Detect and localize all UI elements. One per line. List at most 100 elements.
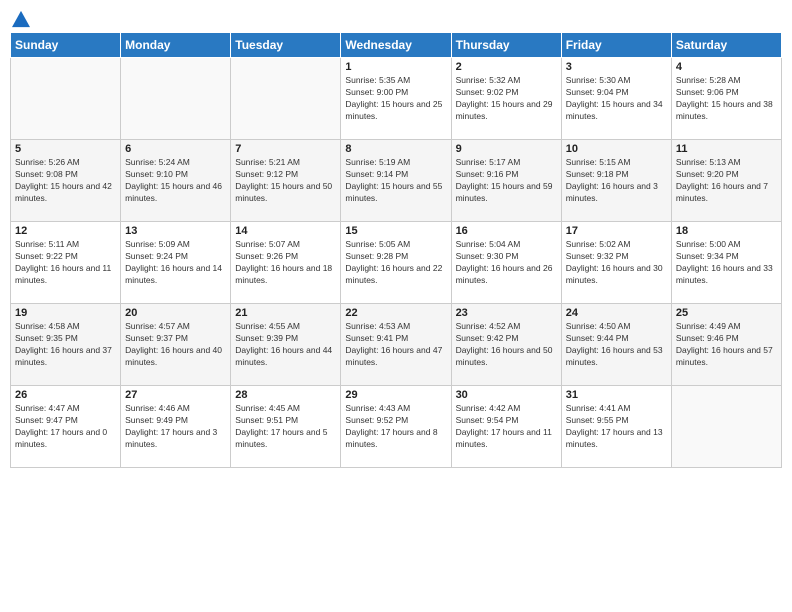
day-number: 19 [15,307,116,319]
calendar-header: SundayMondayTuesdayWednesdayThursdayFrid… [11,33,782,58]
day-header-friday: Friday [561,33,671,58]
day-info: Sunrise: 4:42 AM Sunset: 9:54 PM Dayligh… [456,403,557,451]
calendar-cell: 25 Sunrise: 4:49 AM Sunset: 9:46 PM Dayli… [671,304,781,386]
day-number: 28 [235,389,336,401]
day-number: 27 [125,389,226,401]
calendar-table: SundayMondayTuesdayWednesdayThursdayFrid… [10,32,782,468]
day-info: Sunrise: 4:53 AM Sunset: 9:41 PM Dayligh… [345,321,446,369]
day-number: 23 [456,307,557,319]
day-number: 12 [15,225,116,237]
day-header-thursday: Thursday [451,33,561,58]
calendar-cell [671,386,781,468]
calendar-week-5: 26 Sunrise: 4:47 AM Sunset: 9:47 PM Dayli… [11,386,782,468]
day-number: 8 [345,143,446,155]
day-number: 31 [566,389,667,401]
calendar-cell: 19 Sunrise: 4:58 AM Sunset: 9:35 PM Dayli… [11,304,121,386]
calendar-week-4: 19 Sunrise: 4:58 AM Sunset: 9:35 PM Dayli… [11,304,782,386]
calendar-cell: 14 Sunrise: 5:07 AM Sunset: 9:26 PM Dayli… [231,222,341,304]
day-info: Sunrise: 4:47 AM Sunset: 9:47 PM Dayligh… [15,403,116,451]
day-info: Sunrise: 4:55 AM Sunset: 9:39 PM Dayligh… [235,321,336,369]
calendar-cell: 8 Sunrise: 5:19 AM Sunset: 9:14 PM Daylig… [341,140,451,222]
day-number: 29 [345,389,446,401]
calendar-cell: 1 Sunrise: 5:35 AM Sunset: 9:00 PM Daylig… [341,58,451,140]
day-number: 14 [235,225,336,237]
day-info: Sunrise: 5:17 AM Sunset: 9:16 PM Dayligh… [456,157,557,205]
day-number: 7 [235,143,336,155]
calendar-cell: 11Sunrise: 5:13 AM Sunset: 9:20 PM Dayli… [671,140,781,222]
day-info: Sunrise: 5:00 AM Sunset: 9:34 PM Dayligh… [676,239,777,287]
day-number: 4 [676,61,777,73]
calendar-cell: 30 Sunrise: 4:42 AM Sunset: 9:54 PM Dayli… [451,386,561,468]
calendar-cell: 29 Sunrise: 4:43 AM Sunset: 9:52 PM Dayli… [341,386,451,468]
day-info: Sunrise: 5:05 AM Sunset: 9:28 PM Dayligh… [345,239,446,287]
calendar-cell: 12 Sunrise: 5:11 AM Sunset: 9:22 PM Dayli… [11,222,121,304]
calendar-cell [11,58,121,140]
day-number: 20 [125,307,226,319]
calendar-cell: 2 Sunrise: 5:32 AM Sunset: 9:02 PM Daylig… [451,58,561,140]
page-header [10,10,782,24]
day-header-tuesday: Tuesday [231,33,341,58]
day-info: Sunrise: 5:32 AM Sunset: 9:02 PM Dayligh… [456,75,557,123]
day-info: Sunrise: 4:41 AM Sunset: 9:55 PM Dayligh… [566,403,667,451]
calendar-cell: 17Sunrise: 5:02 AM Sunset: 9:32 PM Dayli… [561,222,671,304]
day-number: 21 [235,307,336,319]
day-number: 2 [456,61,557,73]
logo [10,10,30,24]
day-number: 13 [125,225,226,237]
calendar-cell: 26 Sunrise: 4:47 AM Sunset: 9:47 PM Dayli… [11,386,121,468]
day-number: 15 [345,225,446,237]
calendar-cell: 28 Sunrise: 4:45 AM Sunset: 9:51 PM Dayli… [231,386,341,468]
calendar-cell: 13 Sunrise: 5:09 AM Sunset: 9:24 PM Dayli… [121,222,231,304]
day-number: 26 [15,389,116,401]
day-info: Sunrise: 5:13 AM Sunset: 9:20 PM Dayligh… [676,157,777,205]
day-info: Sunrise: 5:30 AM Sunset: 9:04 PM Dayligh… [566,75,667,123]
day-info: Sunrise: 5:21 AM Sunset: 9:12 PM Dayligh… [235,157,336,205]
day-info: Sunrise: 5:24 AM Sunset: 9:10 PM Dayligh… [125,157,226,205]
day-number: 16 [456,225,557,237]
day-number: 3 [566,61,667,73]
day-number: 22 [345,307,446,319]
day-info: Sunrise: 5:15 AM Sunset: 9:18 PM Dayligh… [566,157,667,205]
calendar-cell: 24 Sunrise: 4:50 AM Sunset: 9:44 PM Dayli… [561,304,671,386]
day-info: Sunrise: 5:26 AM Sunset: 9:08 PM Dayligh… [15,157,116,205]
calendar-cell: 20Sunrise: 4:57 AM Sunset: 9:37 PM Dayli… [121,304,231,386]
day-number: 1 [345,61,446,73]
calendar-cell: 15 Sunrise: 5:05 AM Sunset: 9:28 PM Dayli… [341,222,451,304]
calendar-cell: 23Sunrise: 4:52 AM Sunset: 9:42 PM Dayli… [451,304,561,386]
calendar-cell: 3 Sunrise: 5:30 AM Sunset: 9:04 PM Daylig… [561,58,671,140]
day-info: Sunrise: 4:43 AM Sunset: 9:52 PM Dayligh… [345,403,446,451]
day-info: Sunrise: 4:49 AM Sunset: 9:46 PM Dayligh… [676,321,777,369]
day-number: 5 [15,143,116,155]
day-number: 30 [456,389,557,401]
day-info: Sunrise: 5:35 AM Sunset: 9:00 PM Dayligh… [345,75,446,123]
calendar-cell: 10 Sunrise: 5:15 AM Sunset: 9:18 PM Dayli… [561,140,671,222]
calendar-cell: 18Sunrise: 5:00 AM Sunset: 9:34 PM Dayli… [671,222,781,304]
logo-icon [12,10,30,28]
day-number: 10 [566,143,667,155]
calendar-cell: 4 Sunrise: 5:28 AM Sunset: 9:06 PM Daylig… [671,58,781,140]
day-header-monday: Monday [121,33,231,58]
day-header-saturday: Saturday [671,33,781,58]
day-info: Sunrise: 5:07 AM Sunset: 9:26 PM Dayligh… [235,239,336,287]
day-info: Sunrise: 5:11 AM Sunset: 9:22 PM Dayligh… [15,239,116,287]
day-number: 17 [566,225,667,237]
calendar-week-1: 1 Sunrise: 5:35 AM Sunset: 9:00 PM Daylig… [11,58,782,140]
day-info: Sunrise: 4:58 AM Sunset: 9:35 PM Dayligh… [15,321,116,369]
calendar-cell [231,58,341,140]
day-info: Sunrise: 5:09 AM Sunset: 9:24 PM Dayligh… [125,239,226,287]
day-info: Sunrise: 5:19 AM Sunset: 9:14 PM Dayligh… [345,157,446,205]
calendar-cell: 7 Sunrise: 5:21 AM Sunset: 9:12 PM Daylig… [231,140,341,222]
calendar-cell [121,58,231,140]
calendar-cell: 22 Sunrise: 4:53 AM Sunset: 9:41 PM Dayli… [341,304,451,386]
calendar-cell: 27Sunrise: 4:46 AM Sunset: 9:49 PM Dayli… [121,386,231,468]
day-number: 24 [566,307,667,319]
day-info: Sunrise: 5:04 AM Sunset: 9:30 PM Dayligh… [456,239,557,287]
calendar-cell: 31 Sunrise: 4:41 AM Sunset: 9:55 PM Dayli… [561,386,671,468]
calendar-cell: 5 Sunrise: 5:26 AM Sunset: 9:08 PM Daylig… [11,140,121,222]
calendar-cell: 9Sunrise: 5:17 AM Sunset: 9:16 PM Daylig… [451,140,561,222]
day-number: 25 [676,307,777,319]
day-info: Sunrise: 4:45 AM Sunset: 9:51 PM Dayligh… [235,403,336,451]
day-info: Sunrise: 4:50 AM Sunset: 9:44 PM Dayligh… [566,321,667,369]
day-info: Sunrise: 5:28 AM Sunset: 9:06 PM Dayligh… [676,75,777,123]
day-number: 6 [125,143,226,155]
